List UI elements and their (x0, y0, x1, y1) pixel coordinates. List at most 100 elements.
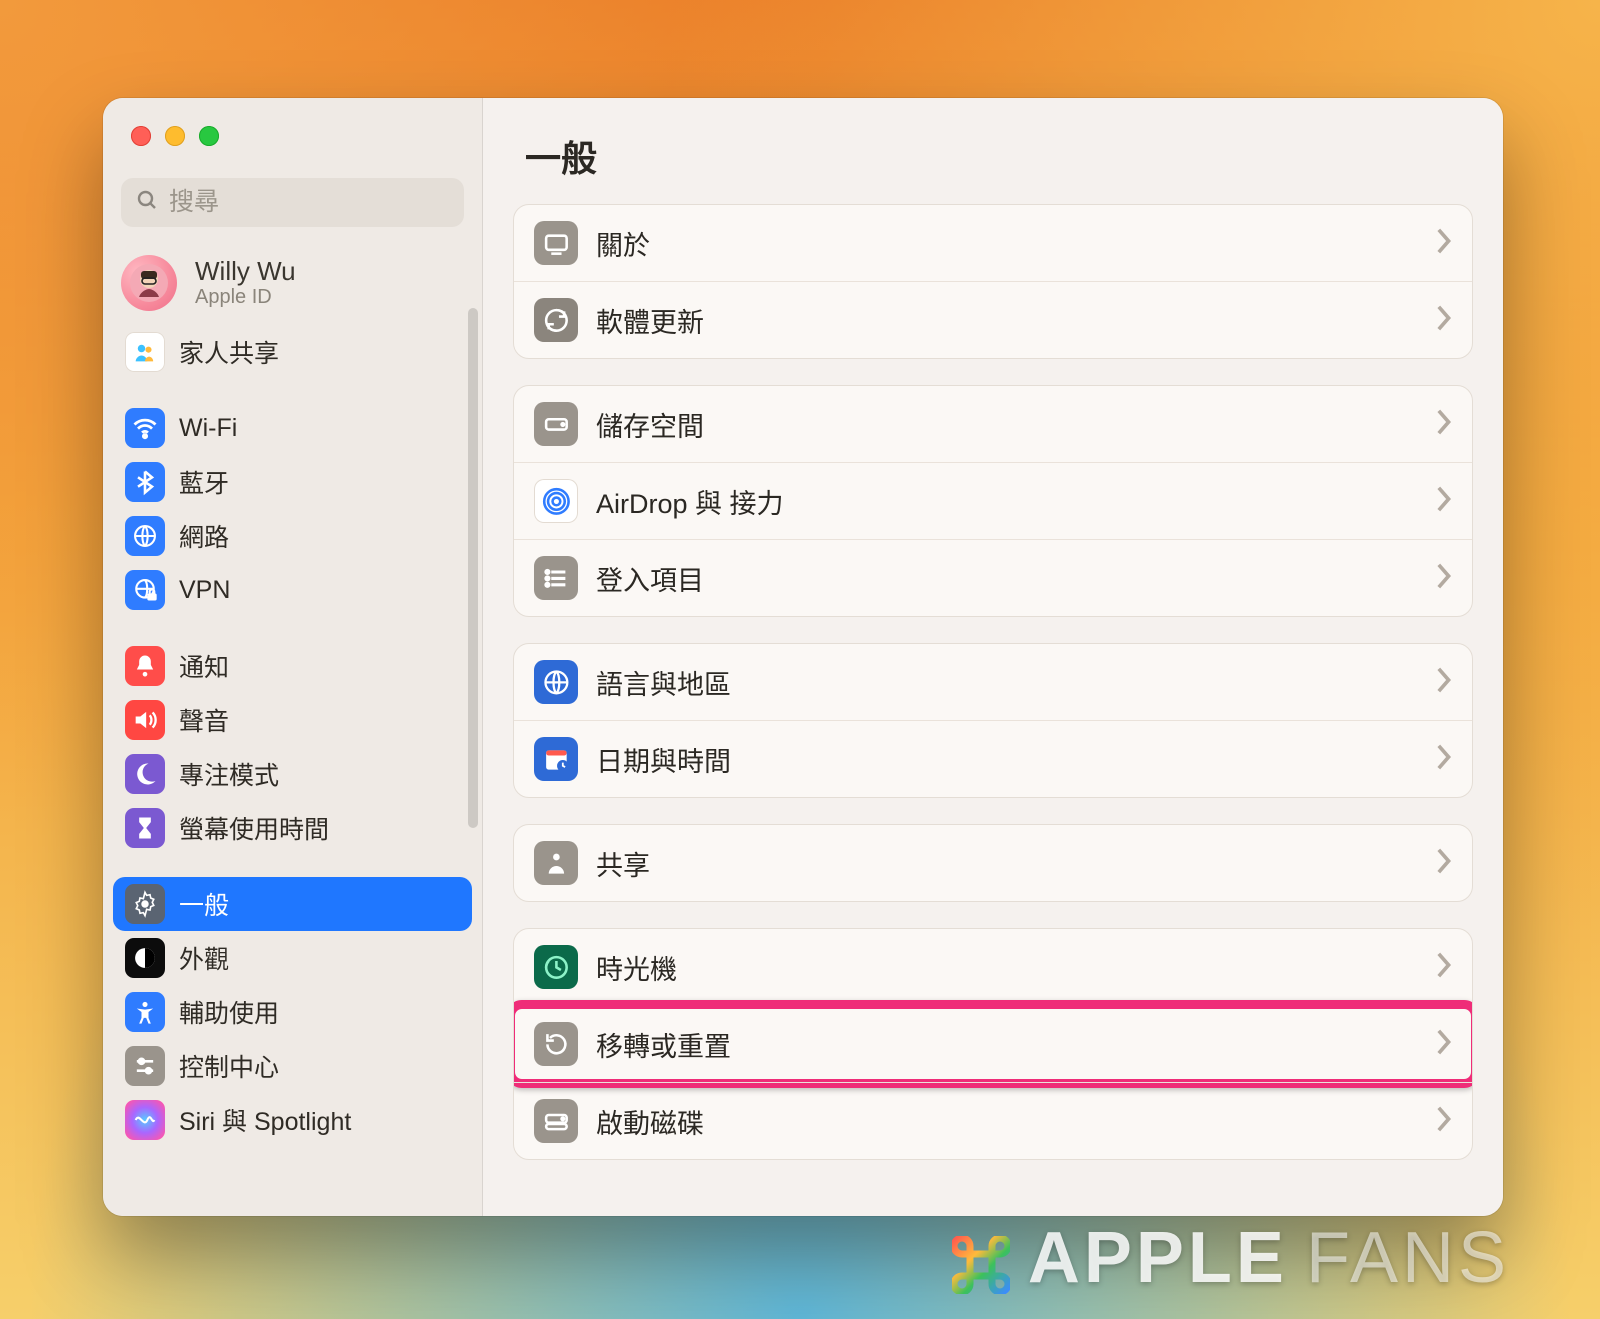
sidebar-scrollbar[interactable] (468, 308, 478, 828)
settings-group: 儲存空間 AirDrop 與 接力 登入項目 (513, 385, 1473, 617)
disk-icon (534, 402, 578, 446)
row-label: 時光機 (596, 948, 1416, 987)
sidebar-item-label: 網路 (179, 518, 229, 554)
gear-icon (125, 884, 165, 924)
sidebar-item-label: 控制中心 (179, 1048, 279, 1084)
chevron-right-icon (1434, 485, 1452, 518)
settings-group: 共享 (513, 824, 1473, 902)
row-label: 登入項目 (596, 559, 1416, 598)
sidebar-item-label: VPN (179, 576, 230, 605)
chevron-right-icon (1434, 1105, 1452, 1138)
zoom-button[interactable] (199, 126, 219, 146)
row-label: 語言與地區 (596, 663, 1416, 702)
row-language[interactable]: 語言與地區 (514, 644, 1472, 720)
sidebar-item-notifications[interactable]: 通知 (113, 639, 472, 693)
page-title: 一般 (483, 98, 1503, 204)
row-storage[interactable]: 儲存空間 (514, 386, 1472, 462)
row-timemachine[interactable]: 時光機 (514, 929, 1472, 1005)
sidebar-item-label: 輔助使用 (179, 994, 279, 1030)
row-datetime[interactable]: 日期與時間 (514, 720, 1472, 797)
search-icon (135, 188, 159, 217)
reset-icon (534, 1022, 578, 1066)
sliders-icon (125, 1046, 165, 1086)
row-label: 啟動磁碟 (596, 1102, 1416, 1141)
profile-name: Willy Wu (195, 257, 296, 286)
settings-group: 關於 軟體更新 (513, 204, 1473, 359)
sidebar-item-general[interactable]: 一般 (113, 877, 472, 931)
watermark-tail: FANS (1306, 1217, 1510, 1299)
sidebar-item-siri[interactable]: Siri 與 Spotlight (113, 1093, 472, 1147)
row-transfer-reset[interactable]: 移轉或重置 (514, 1005, 1472, 1082)
globe-lock-icon (125, 570, 165, 610)
sidebar-item-label: 聲音 (179, 702, 229, 738)
sidebar-item-vpn[interactable]: VPN (113, 563, 472, 617)
sidebar-item-label: 一般 (179, 886, 229, 922)
sidebar-item-label: 專注模式 (179, 756, 279, 792)
moon-icon (125, 754, 165, 794)
settings-group: 時光機 移轉或重置 啟動磁碟 (513, 928, 1473, 1160)
sidebar-item-label: 螢幕使用時間 (179, 810, 329, 846)
sidebar-item-wifi[interactable]: Wi-Fi (113, 401, 472, 455)
chevron-right-icon (1434, 562, 1452, 595)
sidebar-item-accessibility[interactable]: 輔助使用 (113, 985, 472, 1039)
siri-icon (125, 1100, 165, 1140)
globe-blue-icon (534, 660, 578, 704)
sidebar-item-sound[interactable]: 聲音 (113, 693, 472, 747)
row-startup-disk[interactable]: 啟動磁碟 (514, 1082, 1472, 1159)
chevron-right-icon (1434, 743, 1452, 776)
sidebar-item-label: Siri 與 Spotlight (179, 1102, 351, 1138)
search-field[interactable] (121, 178, 464, 227)
sidebar-item-label: 外觀 (179, 940, 229, 976)
watermark-brand: APPLE (1028, 1217, 1288, 1299)
row-sharing[interactable]: 共享 (514, 825, 1472, 901)
close-button[interactable] (131, 126, 151, 146)
minimize-button[interactable] (165, 126, 185, 146)
sidebar-list: 家人共享 Wi-Fi 藍牙 網路 (103, 319, 482, 1216)
profile-sub: Apple ID (195, 286, 296, 309)
sidebar-item-appearance[interactable]: 外觀 (113, 931, 472, 985)
apple-id-row[interactable]: Willy Wu Apple ID (103, 233, 482, 319)
chevron-right-icon (1434, 1028, 1452, 1061)
sidebar-item-screentime[interactable]: 螢幕使用時間 (113, 801, 472, 855)
globe-icon (125, 516, 165, 556)
sidebar: Willy Wu Apple ID 家人共享 Wi-Fi (103, 98, 483, 1216)
sidebar-item-label: 藍牙 (179, 464, 229, 500)
sidebar-item-label: Wi-Fi (179, 414, 237, 443)
wifi-icon (125, 408, 165, 448)
chevron-right-icon (1434, 408, 1452, 441)
row-label: 軟體更新 (596, 301, 1416, 340)
row-label: 儲存空間 (596, 405, 1416, 444)
sidebar-item-network[interactable]: 網路 (113, 509, 472, 563)
chevron-right-icon (1434, 227, 1452, 260)
about-icon (534, 221, 578, 265)
sidebar-item-control-center[interactable]: 控制中心 (113, 1039, 472, 1093)
row-label: AirDrop 與 接力 (596, 482, 1416, 521)
sidebar-item-family[interactable]: 家人共享 (113, 325, 472, 379)
watermark: APPLE FANS (952, 1217, 1510, 1299)
row-label: 共享 (596, 844, 1416, 883)
avatar (121, 255, 177, 311)
sidebar-item-bluetooth[interactable]: 藍牙 (113, 455, 472, 509)
sidebar-item-label: 家人共享 (179, 334, 279, 370)
hourglass-icon (125, 808, 165, 848)
contrast-icon (125, 938, 165, 978)
row-label: 日期與時間 (596, 740, 1416, 779)
chevron-right-icon (1434, 951, 1452, 984)
sidebar-item-label: 通知 (179, 648, 229, 684)
airdrop-icon (534, 479, 578, 523)
settings-group: 語言與地區 日期與時間 (513, 643, 1473, 798)
row-label: 關於 (596, 224, 1416, 263)
window-controls (103, 98, 482, 158)
row-login-items[interactable]: 登入項目 (514, 539, 1472, 616)
search-input[interactable] (169, 188, 450, 217)
family-icon (125, 332, 165, 372)
row-airdrop[interactable]: AirDrop 與 接力 (514, 462, 1472, 539)
timemachine-icon (534, 945, 578, 989)
list-icon (534, 556, 578, 600)
row-about[interactable]: 關於 (514, 205, 1472, 281)
sidebar-item-focus[interactable]: 專注模式 (113, 747, 472, 801)
bell-icon (125, 646, 165, 686)
chevron-right-icon (1434, 304, 1452, 337)
row-label: 移轉或重置 (596, 1025, 1416, 1064)
row-software-update[interactable]: 軟體更新 (514, 281, 1472, 358)
